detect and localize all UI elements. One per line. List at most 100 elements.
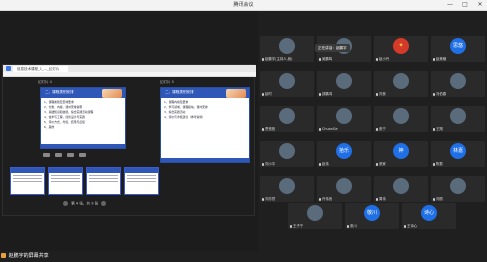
- participant-avatar: [336, 108, 352, 124]
- mic-icon: [290, 224, 292, 228]
- participant-name: 赵伟: [322, 162, 329, 166]
- participant-name: 吴鹏鸣: [322, 57, 333, 61]
- participant-name: 张宁: [379, 127, 386, 131]
- participant-tile[interactable]: 刘丽: [431, 176, 485, 202]
- zoom-icon[interactable]: [55, 153, 62, 157]
- thumbnail-slide[interactable]: [48, 167, 83, 195]
- participant-name: 张川: [350, 224, 357, 228]
- participant-tile[interactable]: 神张家: [374, 141, 428, 167]
- slide-title: 二、课程类别安排: [165, 90, 194, 94]
- participant-tile[interactable]: 敬川张川: [345, 203, 399, 229]
- mic-icon: [433, 127, 435, 131]
- mic-icon: [319, 127, 321, 131]
- close-button[interactable]: ✕: [476, 1, 484, 9]
- slide-preview-left[interactable]: 二、课程类别安排 1、课程类别及安排要求 2、分类、内容，课时安排说明 3、基础…: [40, 87, 126, 149]
- slide-line: 4、评价与考核建议（参考资料）: [164, 115, 205, 119]
- participant-tile[interactable]: 冯伯春: [431, 71, 485, 97]
- mic-icon: [262, 92, 264, 96]
- participant-name: 王翔: [436, 127, 443, 131]
- participant-avatar: [279, 38, 295, 54]
- screen-share-indicator[interactable]: 赵鹏宇的屏幕共享: [1, 252, 49, 261]
- participant-avatar: [393, 108, 409, 124]
- participant-avatar: [279, 108, 295, 124]
- participant-tile[interactable]: 思悠 赵美娥: [431, 36, 485, 62]
- mic-icon: [433, 162, 435, 166]
- slide-current-right[interactable]: 二、课程类别安排 1、课程内容及要求 2、学习领域，课程模块，课时安排 3、综合…: [160, 87, 250, 163]
- participant-avatar: 林嘉: [450, 143, 466, 159]
- participant-grid: 赵鹏宇(主持人,我) 吴鹏鸣 ✦ 赵小丹 思悠 赵美娥 赵时 邵鹏鸿 刘良 冯伯春 …: [260, 36, 487, 236]
- maximize-button[interactable]: □: [461, 1, 469, 9]
- participant-tile[interactable]: 王翔: [431, 106, 485, 132]
- participant-tile[interactable]: 周伟: [374, 176, 428, 202]
- participant-tile[interactable]: 张宁: [374, 106, 428, 132]
- participant-tile[interactable]: 刘亦然: [260, 176, 314, 202]
- participant-name: 陈振: [436, 162, 443, 166]
- thumbnail-slide[interactable]: [124, 167, 159, 195]
- mic-icon: [433, 57, 435, 61]
- slide-counter-right: 幻灯片 5: [160, 80, 174, 84]
- participant-avatar: 思悠: [450, 38, 466, 54]
- app-icon: [6, 66, 11, 71]
- participant-tile[interactable]: 拾乐 赵伟: [317, 141, 371, 167]
- slide-image: [102, 89, 122, 98]
- participant-avatar: [279, 73, 295, 89]
- participant-avatar: 神: [393, 143, 409, 159]
- participant-tile[interactable]: 王子宁: [288, 203, 342, 229]
- mic-icon: [376, 127, 378, 131]
- slide-counter-left: 幻灯片 4: [38, 80, 52, 84]
- mic-icon: [262, 57, 264, 61]
- mic-icon: [433, 92, 435, 96]
- mic-icon: [376, 162, 378, 166]
- participant-name: 刘亦然: [265, 197, 276, 201]
- participant-tile[interactable]: ChuanGe: [317, 106, 371, 132]
- participant-avatar: [450, 73, 466, 89]
- browser-toolbar: [3, 72, 256, 77]
- participant-avatar: [450, 178, 466, 194]
- minimize-button[interactable]: —: [446, 1, 454, 9]
- participant-tile[interactable]: 赵鹏宇(主持人,我): [260, 36, 314, 62]
- participant-name: 王子宁: [293, 224, 304, 228]
- participant-name: 刘丽: [436, 197, 443, 201]
- participant-avatar: [307, 205, 323, 221]
- participant-tile[interactable]: 诗心 王诗心: [402, 203, 456, 229]
- slide-pager: 第 4 张，共 9 张: [61, 201, 108, 207]
- participant-name: 周伟: [379, 197, 386, 201]
- participant-avatar: [279, 178, 295, 194]
- participant-tile[interactable]: 林嘉陈振: [431, 141, 485, 167]
- participant-name: 邵鹏鸿: [322, 92, 333, 96]
- participant-name: 赵小丹: [379, 57, 390, 61]
- mic-icon: [433, 197, 435, 201]
- screen-share-area: 信息技术课程_1_..._幻灯片 幻灯片 4 幻灯片 5 二、课程类别安排 1、…: [0, 11, 258, 251]
- participant-tile[interactable]: 贾悠悠: [260, 106, 314, 132]
- participant-avatar: 诗心: [421, 205, 437, 221]
- participant-name: ChuanGe: [322, 127, 338, 131]
- more-options-icon[interactable]: [79, 153, 86, 157]
- prev-slide-icon[interactable]: [63, 201, 68, 206]
- participant-tile[interactable]: ✦ 赵小丹: [374, 36, 428, 62]
- participant-tile[interactable]: 赵时: [260, 71, 314, 97]
- thumbnail-slide[interactable]: [86, 167, 121, 195]
- participant-avatar: 敬川: [364, 205, 380, 221]
- slide-thumbnails: [10, 167, 164, 199]
- mic-icon: [376, 92, 378, 96]
- slide-body: 1、课程类别及安排要求 2、分类、内容，课时安排说明 3、基础知识和技能，综合实…: [44, 100, 122, 130]
- slide-footer: [41, 144, 125, 148]
- participant-avatar: [450, 108, 466, 124]
- participant-name: 张家: [379, 162, 386, 166]
- participant-tile[interactable]: 许伟良: [317, 176, 371, 202]
- participant-avatar: [393, 178, 409, 194]
- next-slide-icon[interactable]: [101, 201, 107, 206]
- participant-name: 赵鹏宇(主持人,我): [265, 57, 293, 61]
- participant-tile[interactable]: 邵鹏鸿: [317, 71, 371, 97]
- title-bar: 腾讯会议 — □ ✕: [0, 0, 487, 11]
- mic-icon: [319, 162, 321, 166]
- mic-icon: [376, 57, 378, 61]
- pen-tool-icon[interactable]: [43, 153, 50, 157]
- mic-icon: [376, 197, 378, 201]
- participant-tile[interactable]: 刘小平: [260, 141, 314, 167]
- participant-name: 刘良: [379, 92, 386, 96]
- mic-icon: [319, 92, 321, 96]
- grid-view-icon[interactable]: [67, 153, 74, 157]
- participant-tile[interactable]: 刘良: [374, 71, 428, 97]
- thumbnail-slide[interactable]: [10, 167, 45, 195]
